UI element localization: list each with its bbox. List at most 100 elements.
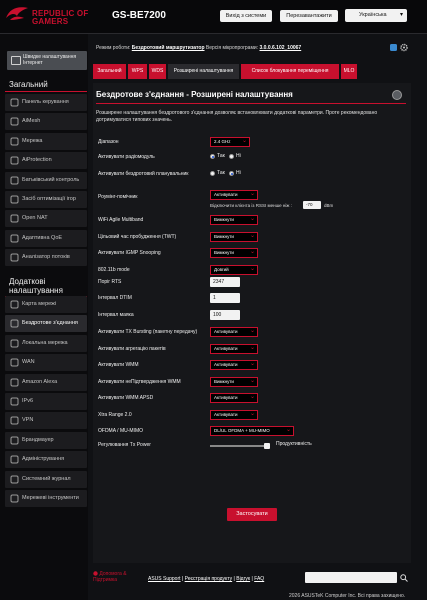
tab-1[interactable]: WPS: [128, 64, 147, 79]
advanced-item-10[interactable]: Мережеві інструменти: [5, 490, 87, 507]
settings2-select[interactable]: Активувати ⌄: [210, 393, 258, 403]
general-item-label: Адаптивна QoE: [22, 234, 63, 241]
settings-select[interactable]: Вимкнути ⌄: [210, 215, 258, 225]
help-support[interactable]: Допомога & Підтримка: [93, 571, 138, 583]
title-divider: [96, 103, 406, 104]
footer-link-support[interactable]: ASUS Support: [148, 576, 181, 582]
tab-0[interactable]: Загальний: [93, 64, 126, 79]
general-item-8[interactable]: Аналізатор потоків: [5, 249, 87, 267]
model-name: GS-BE7200: [112, 10, 166, 21]
advanced-item-2[interactable]: Локальна мережа: [5, 334, 87, 352]
band-row: Діапазон 2.4 GHz ⌄: [98, 136, 398, 150]
advanced-item-icon: [10, 378, 19, 387]
app-icon[interactable]: [390, 44, 397, 51]
beacon-input[interactable]: 100: [210, 310, 240, 320]
general-item-2[interactable]: Мережа: [5, 132, 87, 150]
radio-enable-no[interactable]: [229, 154, 234, 159]
help-icon[interactable]: [392, 90, 402, 100]
settings2-row-3: Активувати неПідтвердження WMM Вимкнути ⌄: [98, 376, 398, 390]
reboot-button[interactable]: Перезавантажити: [280, 10, 338, 22]
logout-button[interactable]: Вихід з системи: [220, 10, 272, 22]
mode-value-link[interactable]: Бездротовий маршрутизатор: [132, 45, 205, 51]
advanced-item-5[interactable]: IPv6: [5, 393, 87, 410]
scheduler-yes-label: Так: [217, 170, 225, 176]
rog-logo-icon: [6, 7, 28, 20]
rts-input[interactable]: 2347: [210, 277, 240, 287]
quick-setup-button[interactable]: Швидке налаштування Інтернет: [7, 51, 87, 70]
settings-select[interactable]: Вимкнути ⌄: [210, 231, 258, 242]
advanced-item-label: Системний журнал: [22, 475, 71, 482]
rssi-input[interactable]: -70: [303, 201, 321, 209]
dtim-input[interactable]: 1: [210, 293, 240, 303]
footer-link-faq[interactable]: FAQ: [254, 576, 264, 582]
footer-link-register[interactable]: Реєстрація продукту: [185, 576, 233, 582]
settings2-select[interactable]: Активувати ⌄: [210, 343, 258, 354]
settings-value: Вимкнути: [214, 233, 234, 239]
general-item-4[interactable]: Батьківський контроль: [5, 171, 87, 189]
radio-enable-yes[interactable]: [210, 154, 215, 159]
mode-info: Режим роботи: Бездротовий маршрутизатор …: [96, 45, 301, 51]
radio-enable-label: Активувати радіомодуль: [98, 154, 155, 160]
general-item-label: Панель керування: [22, 99, 69, 105]
txpower-slider-handle[interactable]: [264, 443, 270, 449]
advanced-item-0[interactable]: Карта мережі: [5, 296, 87, 313]
chevron-down-icon: ⌄: [285, 427, 291, 433]
advanced-item-icon: [10, 358, 19, 367]
advanced-item-7[interactable]: Брандмауер: [5, 431, 87, 449]
advanced-item-9[interactable]: Системний журнал: [5, 470, 87, 488]
gear-icon[interactable]: [400, 43, 408, 52]
advanced-item-4[interactable]: Amazon Alexa: [5, 373, 87, 391]
general-item-label: Засіб оптимізації ігор: [22, 196, 76, 202]
settings2-select[interactable]: Вимкнути ⌄: [210, 376, 258, 387]
settings2-select[interactable]: Активувати ⌄: [210, 409, 258, 420]
settings2-row-4: Активувати WMM APSD Активувати ⌄: [98, 392, 398, 406]
tab-2[interactable]: WDS: [149, 64, 166, 79]
general-divider: [5, 91, 87, 92]
settings-value: Вимкнути: [214, 250, 234, 255]
roaming-select[interactable]: Активувати ⌄: [210, 190, 258, 200]
general-item-3[interactable]: AiProtection: [5, 152, 87, 170]
general-item-6[interactable]: Open NAT: [5, 210, 87, 228]
general-item-icon: [10, 98, 19, 107]
radio-enable-row: Активувати радіомодуль Так Ні: [98, 151, 398, 165]
fw-value-link[interactable]: 3.0.0.6.102_10067: [259, 45, 301, 51]
page-title: Бездротове з'єднання - Розширені налашту…: [96, 90, 293, 99]
general-item-7[interactable]: Адаптивна QoE: [5, 229, 87, 247]
advanced-item-1[interactable]: Бездротове з'єднання: [5, 315, 87, 333]
band-select[interactable]: 2.4 GHz ⌄: [210, 137, 250, 147]
settings2-value: Активувати: [214, 362, 238, 367]
general-item-5[interactable]: Засіб оптимізації ігор: [5, 191, 87, 208]
search-icon[interactable]: [400, 574, 408, 582]
advanced-item-6[interactable]: VPN: [5, 412, 87, 430]
settings2-select[interactable]: Активувати ⌄: [210, 327, 258, 337]
advanced-section-title: Додаткові налаштування: [9, 277, 63, 295]
settings-select[interactable]: Довгий ⌄: [210, 264, 258, 275]
scheduler-yes[interactable]: [210, 171, 215, 176]
settings-label: Активувати IGMP Snooping: [98, 250, 161, 256]
language-select[interactable]: Українська ▾: [345, 9, 407, 22]
tab-4[interactable]: Список блокування переміщення: [241, 64, 339, 79]
advanced-item-label: Брандмауер: [22, 436, 54, 443]
scheduler-no[interactable]: [229, 171, 234, 176]
general-item-icon: [10, 176, 19, 185]
settings-row-2: Активувати IGMP Snooping Вимкнути ⌄: [98, 247, 398, 261]
settings2-row-0: Активувати TX Bursting (пакетну передачу…: [98, 326, 398, 340]
advanced-item-label: Карта мережі: [22, 301, 57, 307]
ofdma-select[interactable]: DL/UL OFDMA + MU-MIMO ⌄: [210, 426, 294, 436]
rts-row: Поріг RTS 2347: [98, 276, 398, 290]
txpower-slider[interactable]: [210, 445, 270, 447]
top-header: REPUBLIC OF GAMERS GS-BE7200 Вихід з сис…: [0, 0, 427, 34]
general-item-0[interactable]: Панель керування: [5, 94, 87, 111]
footer-search-input[interactable]: [305, 572, 397, 583]
tab-3[interactable]: Розширені налаштування: [168, 64, 239, 79]
footer-link-feedback[interactable]: Відгук: [236, 576, 250, 582]
apply-button[interactable]: Застосувати: [227, 508, 277, 521]
advanced-item-8[interactable]: Адміністрування: [5, 451, 87, 469]
settings-select[interactable]: Вимкнути ⌄: [210, 248, 258, 258]
tab-5[interactable]: MLO: [341, 64, 357, 79]
settings2-select[interactable]: Активувати ⌄: [210, 360, 258, 370]
advanced-item-icon: [10, 300, 19, 309]
general-item-1[interactable]: AiMesh: [5, 113, 87, 131]
advanced-item-label: Amazon Alexa: [22, 378, 58, 385]
advanced-item-3[interactable]: WAN: [5, 354, 87, 372]
